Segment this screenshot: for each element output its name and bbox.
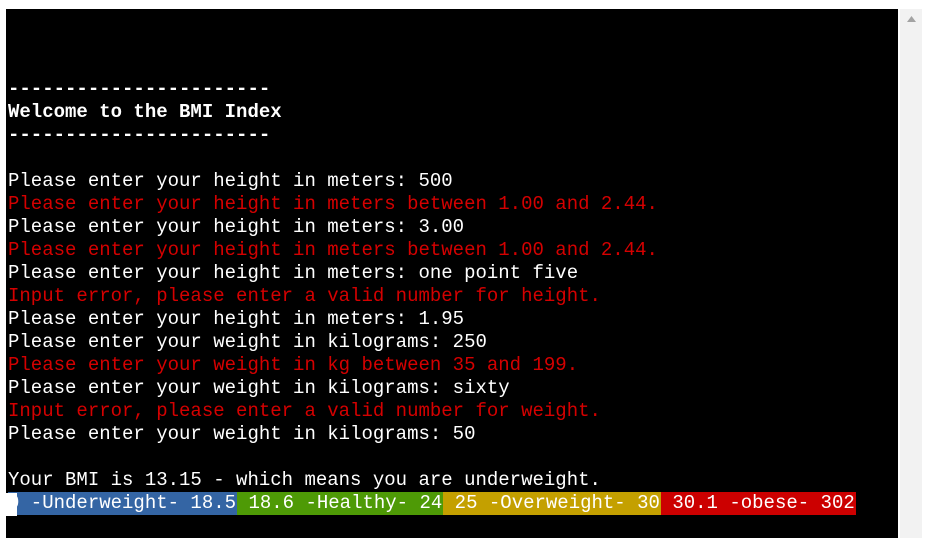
output-line: Welcome to the BMI Index [8, 101, 282, 123]
bmi-legend-segment: 30.1 -obese- 302 [660, 492, 856, 515]
output-line: Please enter your height in meters: 500 [8, 170, 453, 192]
output-line: Your BMI is 13.15 - which means you are … [8, 469, 601, 491]
triangle-up-icon [906, 16, 916, 22]
vertical-scrollbar[interactable] [900, 9, 922, 538]
output-line: ----------------------- [8, 124, 271, 146]
terminal-cursor [6, 493, 17, 516]
terminal-output: ----------------------- Welcome to the BM… [8, 9, 856, 538]
output-line: ----------------------- [8, 78, 271, 100]
bmi-legend-bar: 0 -Underweight- 18.5 18.6 -Healthy- 24 2… [8, 492, 856, 515]
error-line: Input error, please enter a valid number… [8, 285, 601, 307]
output-line: Please enter your weight in kilograms: 5… [8, 423, 476, 445]
output-line: Please enter your height in meters: 1.95 [8, 308, 465, 330]
output-line: Please enter your height in meters: one … [8, 262, 579, 284]
output-line: Please enter your weight in kilograms: s… [8, 377, 510, 399]
bmi-legend-segment: 25 -Overweight- 30 [443, 492, 661, 515]
output-line: Please enter your height in meters: 3.00 [8, 216, 465, 238]
output-line: Please enter your weight in kilograms: 2… [8, 331, 487, 353]
terminal-window[interactable]: ----------------------- Welcome to the BM… [6, 9, 898, 538]
page: ----------------------- Welcome to the BM… [0, 0, 938, 538]
error-line: Please enter your height in meters betwe… [8, 239, 658, 261]
bmi-legend-segment: 18.6 -Healthy- 24 [237, 492, 444, 515]
error-line: Input error, please enter a valid number… [8, 400, 601, 422]
error-line: Please enter your height in meters betwe… [8, 193, 658, 215]
bmi-legend-segment: 0 -Underweight- 18.5 [8, 492, 238, 515]
scroll-up-button[interactable] [900, 9, 922, 29]
error-line: Please enter your weight in kg between 3… [8, 354, 579, 376]
